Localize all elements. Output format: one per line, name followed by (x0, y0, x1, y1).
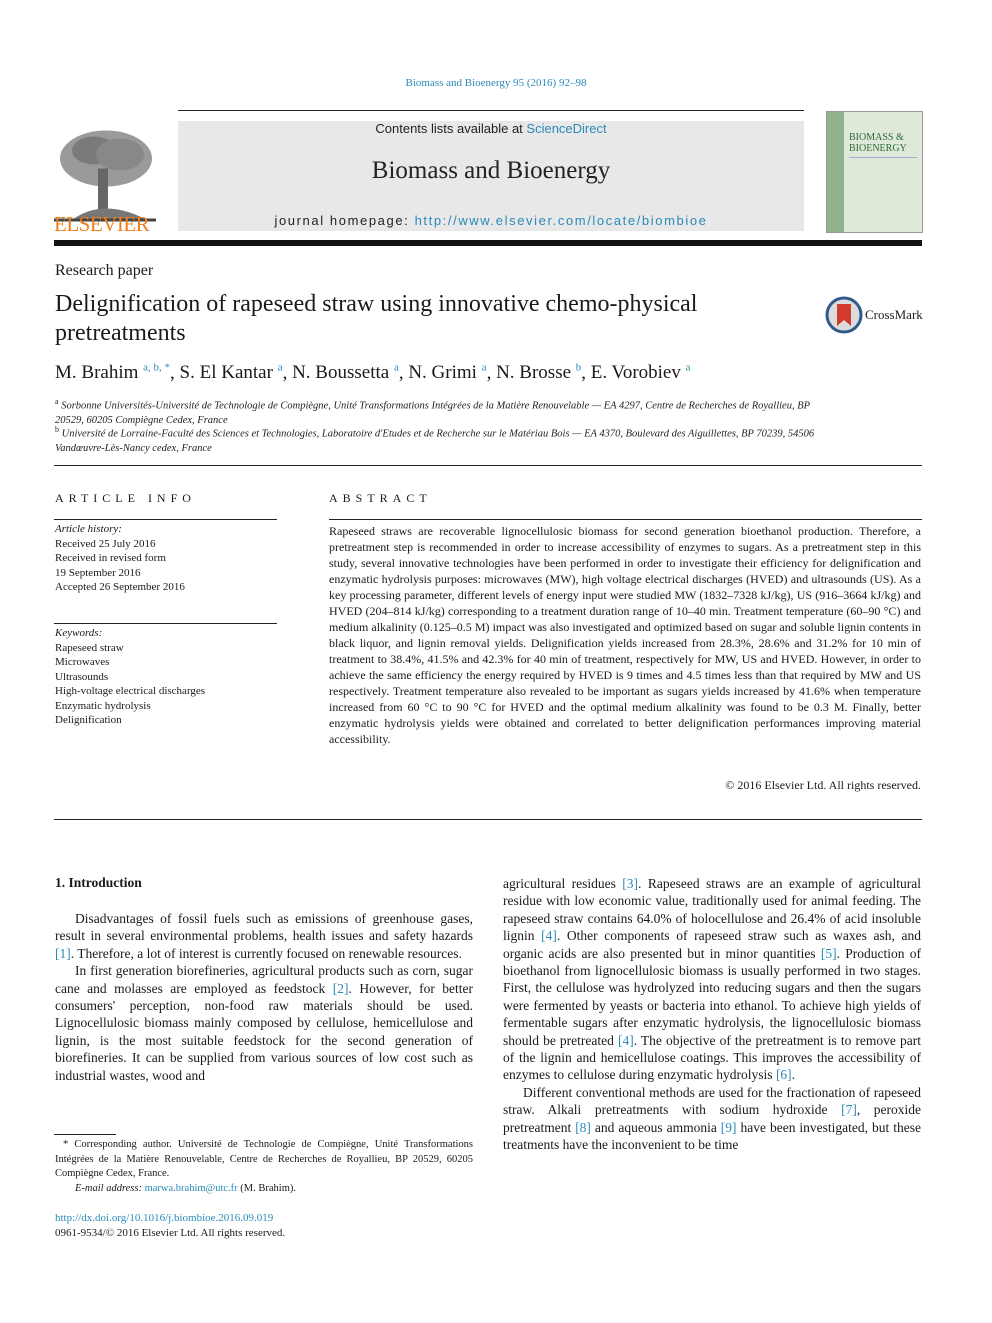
author[interactable]: M. Brahim a, b, * (55, 362, 170, 383)
cover-title: BIOMASS & BIOENERGY (849, 132, 919, 154)
corresponding-note: * Corresponding author. Université de Te… (55, 1139, 473, 1179)
history-item: Received in revised form (55, 552, 166, 564)
crossmark-label: CrossMark (865, 307, 923, 322)
citation-link[interactable]: [2] (333, 981, 349, 996)
article-history: Article history: Received 25 July 2016 R… (55, 522, 185, 595)
body-column-left: Disadvantages of fossil fuels such as em… (55, 910, 473, 1084)
crossmark-badge[interactable]: CrossMark (825, 296, 925, 336)
citation-link[interactable]: [4] (618, 1033, 634, 1048)
history-label: Article history: (55, 523, 122, 535)
history-item: Received 25 July 2016 (55, 537, 156, 550)
email-suffix: (M. Brahim). (237, 1182, 296, 1194)
article-title: Delignification of rapeseed straw using … (55, 291, 698, 346)
article-type: Research paper (55, 262, 154, 279)
section-heading-introduction: 1. Introduction (55, 875, 142, 890)
divider (54, 819, 922, 820)
journal-homepage: journal homepage: http://www.elsevier.co… (178, 213, 804, 228)
citation-link[interactable]: [9] (721, 1120, 737, 1135)
body-paragraph: In first generation biorefineries, agric… (55, 963, 473, 1083)
running-head[interactable]: Biomass and Bioenergy 95 (2016) 92–98 (0, 77, 992, 89)
keywords-label: Keywords: (55, 627, 103, 639)
abstract-copyright: © 2016 Elsevier Ltd. All rights reserved… (725, 778, 921, 792)
author-list: M. Brahim a, b, *, S. El Kantar a, N. Bo… (55, 362, 691, 384)
keywords: Keywords: Rapeseed straw Microwaves Ultr… (55, 626, 205, 728)
citation-link[interactable]: [6] (776, 1067, 792, 1082)
divider (54, 623, 277, 624)
top-rule (178, 110, 804, 111)
keyword: Rapeseed straw (55, 641, 124, 654)
homepage-link[interactable]: http://www.elsevier.com/locate/biombioe (415, 213, 708, 228)
contents-prefix: Contents lists available at (375, 121, 527, 136)
affiliation-b: b Université de Lorraine-Faculté des Sci… (55, 425, 815, 454)
article-info-heading: ARTICLE INFO (55, 491, 196, 505)
journal-cover-thumbnail[interactable]: BIOMASS & BIOENERGY (826, 111, 923, 233)
contents-line: Contents lists available at ScienceDirec… (178, 121, 804, 136)
author[interactable]: N. Brosse b (496, 362, 581, 383)
author[interactable]: E. Vorobiev a (591, 362, 691, 383)
doi-block: http://dx.doi.org/10.1016/j.biombioe.201… (55, 1211, 285, 1241)
abstract-heading: ABSTRACT (329, 491, 432, 505)
citation-link[interactable]: [8] (575, 1120, 591, 1135)
crossmark-icon (825, 296, 863, 334)
keyword: Ultrasounds (55, 670, 109, 683)
corresponding-author-footnote: * Corresponding author. Université de Te… (55, 1138, 473, 1196)
body-paragraph: agricultural residues [3]. Rapeseed stra… (503, 876, 921, 1083)
divider (54, 465, 922, 466)
citation-link[interactable]: [5] (821, 946, 837, 961)
doi-link[interactable]: http://dx.doi.org/10.1016/j.biombioe.201… (55, 1212, 273, 1224)
author[interactable]: N. Boussetta a (292, 362, 399, 383)
history-item: 19 September 2016 (55, 566, 141, 579)
email-label: E-mail address: (75, 1182, 145, 1194)
citation-link[interactable]: [4] (541, 928, 557, 943)
body-paragraph: Disadvantages of fossil fuels such as em… (55, 911, 473, 961)
header-divider (54, 240, 922, 246)
cover-title-line2: BIOENERGY (849, 143, 907, 154)
keyword: High-voltage electrical discharges (55, 685, 206, 697)
journal-title: Biomass and Bioenergy (371, 157, 611, 184)
history-item: Accepted 26 September 2016 (55, 581, 185, 593)
keyword: Delignification (55, 714, 122, 726)
homepage-prefix: journal homepage: (274, 213, 415, 228)
issn-copyright: 0961-9534/© 2016 Elsevier Ltd. All right… (55, 1227, 286, 1239)
citation-link[interactable]: [1] (55, 946, 71, 961)
elsevier-wordmark: ELSEVIER (54, 212, 150, 236)
cover-subtitle-lines (849, 157, 917, 172)
author[interactable]: N. Grimi a (408, 362, 486, 383)
keyword: Enzymatic hydrolysis (55, 699, 151, 712)
divider (329, 519, 922, 520)
body-paragraph: Different conventional methods are used … (503, 1084, 921, 1153)
sciencedirect-link[interactable]: ScienceDirect (526, 121, 606, 136)
citation-link[interactable]: [7] (841, 1102, 857, 1117)
abstract-text: Rapeseed straws are recoverable lignocel… (329, 524, 921, 746)
body-column-right: agricultural residues [3]. Rapeseed stra… (503, 875, 921, 1154)
email-line: E-mail address: marwa.brahim@utc.fr (M. … (55, 1182, 473, 1197)
citation-link[interactable]: [3] (622, 876, 638, 891)
footnote-rule (54, 1134, 116, 1135)
author[interactable]: S. El Kantar a (180, 362, 283, 383)
keyword: Microwaves (55, 656, 110, 668)
email-link[interactable]: marwa.brahim@utc.fr (145, 1183, 238, 1194)
cover-title-line1: BIOMASS & (849, 132, 904, 143)
divider (54, 519, 277, 520)
